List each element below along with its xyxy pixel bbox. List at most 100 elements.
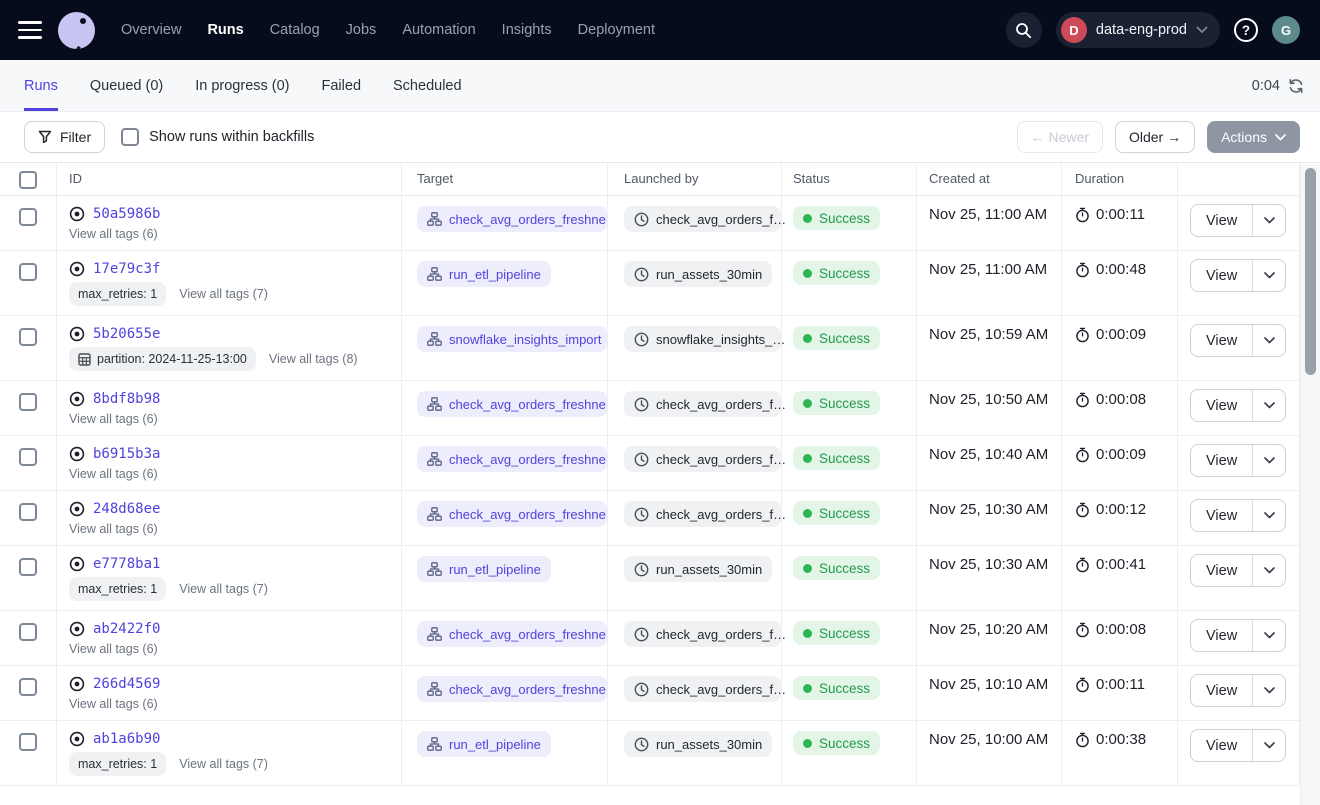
view-all-tags-link[interactable]: View all tags (6) <box>69 467 158 481</box>
avatar[interactable]: G <box>1272 16 1300 44</box>
target-pill[interactable]: snowflake_insights_import <box>417 326 607 352</box>
view-all-tags-link[interactable]: View all tags (7) <box>179 582 268 596</box>
tab-failed[interactable]: Failed <box>322 60 362 111</box>
row-checkbox[interactable] <box>19 448 37 466</box>
view-dropdown-button[interactable] <box>1253 500 1285 531</box>
tab-scheduled[interactable]: Scheduled <box>393 60 462 111</box>
view-dropdown-button[interactable] <box>1253 555 1285 586</box>
row-checkbox[interactable] <box>19 623 37 641</box>
nav-item-insights[interactable]: Insights <box>502 22 552 38</box>
view-button[interactable]: View <box>1191 730 1252 761</box>
view-dropdown-button[interactable] <box>1253 205 1285 236</box>
view-all-tags-link[interactable]: View all tags (6) <box>69 642 158 656</box>
nav-item-automation[interactable]: Automation <box>402 22 475 38</box>
view-all-tags-link[interactable]: View all tags (6) <box>69 412 158 426</box>
view-button[interactable]: View <box>1191 500 1252 531</box>
run-id-link[interactable]: 17e79c3f <box>93 261 160 277</box>
nav-item-deployment[interactable]: Deployment <box>578 22 655 38</box>
run-id-link[interactable]: 266d4569 <box>93 676 160 692</box>
target-pill[interactable]: check_avg_orders_freshne <box>417 206 607 232</box>
view-dropdown-button[interactable] <box>1253 390 1285 421</box>
view-all-tags-link[interactable]: View all tags (6) <box>69 522 158 536</box>
newer-button[interactable]: ← Newer <box>1017 121 1103 153</box>
target-pill[interactable]: run_etl_pipeline <box>417 731 551 757</box>
refresh-icon[interactable] <box>1288 78 1304 94</box>
view-all-tags-link[interactable]: View all tags (6) <box>69 227 158 241</box>
run-id-link[interactable]: ab2422f0 <box>93 621 160 637</box>
run-tag[interactable]: max_retries: 1 <box>69 577 166 601</box>
view-button[interactable]: View <box>1191 260 1252 291</box>
view-button[interactable]: View <box>1191 325 1252 356</box>
row-checkbox[interactable] <box>19 208 37 226</box>
filter-button[interactable]: Filter <box>24 121 105 153</box>
launched-by-pill[interactable]: snowflake_insights_… <box>624 326 781 352</box>
select-all-checkbox[interactable] <box>19 171 37 189</box>
view-all-tags-link[interactable]: View all tags (7) <box>179 757 268 771</box>
launched-by-pill[interactable]: run_assets_30min <box>624 261 772 287</box>
row-checkbox[interactable] <box>19 558 37 576</box>
view-all-tags-link[interactable]: View all tags (7) <box>179 287 268 301</box>
view-button[interactable]: View <box>1191 675 1252 706</box>
view-button[interactable]: View <box>1191 555 1252 586</box>
launched-by-pill[interactable]: check_avg_orders_f… <box>624 676 781 702</box>
launched-by-pill[interactable]: check_avg_orders_f… <box>624 501 781 527</box>
target-pill[interactable]: check_avg_orders_freshne <box>417 391 607 417</box>
view-button[interactable]: View <box>1191 205 1252 236</box>
target-pill[interactable]: run_etl_pipeline <box>417 261 551 287</box>
row-checkbox[interactable] <box>19 393 37 411</box>
run-id-link[interactable]: 50a5986b <box>93 206 160 222</box>
show-backfills-checkbox[interactable] <box>121 128 139 146</box>
actions-button[interactable]: Actions <box>1207 121 1300 153</box>
target-pill[interactable]: check_avg_orders_freshne <box>417 621 607 647</box>
run-tag[interactable]: max_retries: 1 <box>69 752 166 776</box>
target-pill[interactable]: check_avg_orders_freshne <box>417 446 607 472</box>
view-all-tags-link[interactable]: View all tags (6) <box>69 697 158 711</box>
run-id-link[interactable]: 5b20655e <box>93 326 160 342</box>
launched-by-pill[interactable]: check_avg_orders_f… <box>624 206 781 232</box>
row-checkbox[interactable] <box>19 678 37 696</box>
row-checkbox[interactable] <box>19 733 37 751</box>
view-dropdown-button[interactable] <box>1253 730 1285 761</box>
run-id-link[interactable]: b6915b3a <box>93 446 160 462</box>
run-id-link[interactable]: ab1a6b90 <box>93 731 160 747</box>
view-all-tags-link[interactable]: View all tags (8) <box>269 352 358 366</box>
view-dropdown-button[interactable] <box>1253 260 1285 291</box>
view-dropdown-button[interactable] <box>1253 445 1285 476</box>
view-button[interactable]: View <box>1191 390 1252 421</box>
view-dropdown-button[interactable] <box>1253 325 1285 356</box>
row-checkbox[interactable] <box>19 263 37 281</box>
nav-item-overview[interactable]: Overview <box>121 22 181 38</box>
nav-item-jobs[interactable]: Jobs <box>346 22 377 38</box>
row-checkbox[interactable] <box>19 503 37 521</box>
launched-by-pill[interactable]: run_assets_30min <box>624 731 772 757</box>
launched-by-pill[interactable]: check_avg_orders_f… <box>624 621 781 647</box>
run-id-link[interactable]: 248d68ee <box>93 501 160 517</box>
launched-by-pill[interactable]: check_avg_orders_f… <box>624 446 781 472</box>
run-tag[interactable]: max_retries: 1 <box>69 282 166 306</box>
search-button[interactable] <box>1006 12 1042 48</box>
run-id-link[interactable]: 8bdf8b98 <box>93 391 160 407</box>
nav-item-catalog[interactable]: Catalog <box>270 22 320 38</box>
run-id-link[interactable]: e7778ba1 <box>93 556 160 572</box>
row-checkbox[interactable] <box>19 328 37 346</box>
run-tag[interactable]: partition: 2024-11-25-13:00 <box>69 347 256 371</box>
tab-runs[interactable]: Runs <box>24 60 58 111</box>
target-pill[interactable]: check_avg_orders_freshne <box>417 501 607 527</box>
dagster-logo[interactable] <box>58 12 95 49</box>
view-dropdown-button[interactable] <box>1253 620 1285 651</box>
nav-item-runs[interactable]: Runs <box>207 22 243 38</box>
target-pill[interactable]: check_avg_orders_freshne <box>417 676 607 702</box>
help-icon[interactable]: ? <box>1234 18 1258 42</box>
older-button[interactable]: Older → <box>1115 121 1195 153</box>
launched-by-pill[interactable]: run_assets_30min <box>624 556 772 582</box>
tab-in-progress[interactable]: In progress (0) <box>195 60 289 111</box>
hamburger-menu-icon[interactable] <box>18 21 42 39</box>
tab-queued[interactable]: Queued (0) <box>90 60 163 111</box>
target-pill[interactable]: run_etl_pipeline <box>417 556 551 582</box>
view-button[interactable]: View <box>1191 445 1252 476</box>
view-dropdown-button[interactable] <box>1253 675 1285 706</box>
launched-by-pill[interactable]: check_avg_orders_f… <box>624 391 781 417</box>
scrollbar-thumb[interactable] <box>1305 168 1316 375</box>
view-button[interactable]: View <box>1191 620 1252 651</box>
deployment-switcher[interactable]: D data-eng-prod <box>1056 12 1220 48</box>
